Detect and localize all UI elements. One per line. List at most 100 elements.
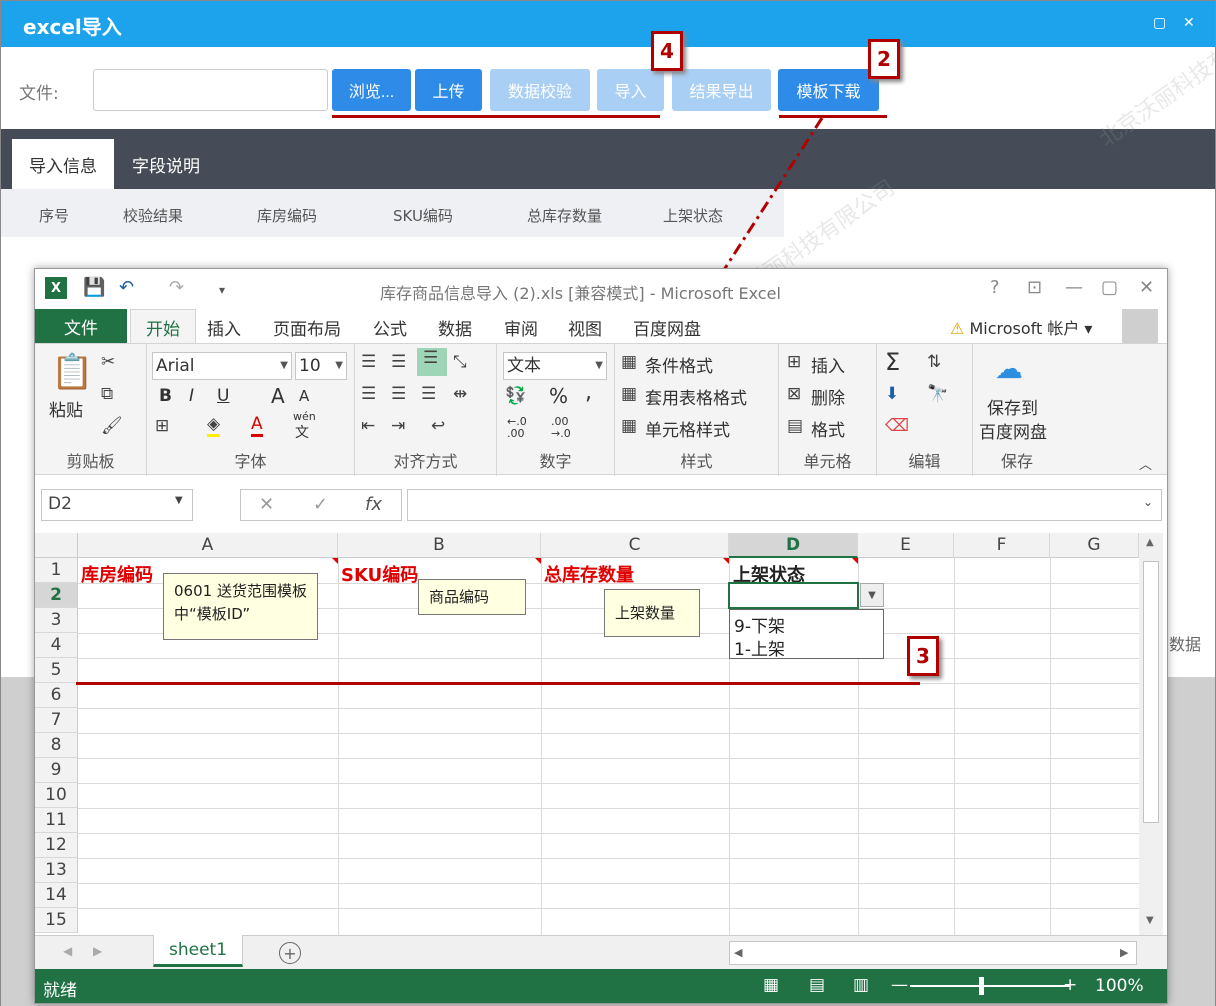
tab-insert[interactable]: 插入	[207, 315, 241, 340]
row-header[interactable]: 12	[35, 833, 78, 858]
align-center-icon[interactable]: ☰	[391, 384, 406, 404]
sheet-tab[interactable]: sheet1	[153, 935, 243, 967]
row-header[interactable]: 11	[35, 808, 78, 833]
undo-icon[interactable]: ↶	[119, 277, 134, 298]
underline-button[interactable]: U	[217, 386, 229, 406]
add-sheet-icon[interactable]: +	[279, 942, 301, 964]
customize-qat-icon[interactable]: ▾	[219, 283, 225, 297]
ribbon-display-icon[interactable]: ⊡	[1027, 277, 1042, 298]
validate-button[interactable]: 数据校验	[490, 69, 590, 111]
row-header[interactable]: 6	[35, 683, 78, 708]
row-header[interactable]: 2	[35, 583, 78, 608]
collapse-ribbon-icon[interactable]: ︿	[1139, 454, 1152, 473]
import-button[interactable]: 导入	[597, 69, 664, 111]
account-menu[interactable]: ⚠ Microsoft 帐户 ▾	[950, 315, 1092, 339]
row-header[interactable]: 1	[35, 558, 78, 583]
avatar[interactable]	[1122, 309, 1158, 343]
tab-data[interactable]: 数据	[438, 315, 472, 340]
number-format-select[interactable]: 文本 ▼	[503, 352, 607, 380]
dropdown-option[interactable]: 1-上架	[734, 635, 785, 660]
cell-c1[interactable]: 总库存数量	[544, 561, 634, 587]
namebox-dropdown-icon[interactable]: ▼	[175, 495, 183, 506]
currency-icon[interactable]: 💱	[505, 386, 526, 406]
export-result-button[interactable]: 结果导出	[672, 69, 771, 111]
font-name-select[interactable]: Arial ▼	[152, 352, 292, 380]
cut-icon[interactable]: ✂	[101, 352, 115, 372]
borders-icon[interactable]: ⊞	[155, 416, 169, 436]
column-header-g[interactable]: G	[1050, 533, 1139, 558]
tab-import-info[interactable]: 导入信息	[12, 139, 114, 189]
column-header-b[interactable]: B	[338, 533, 541, 558]
template-download-button[interactable]: 模板下载	[778, 69, 879, 111]
paste-icon[interactable]: 📋	[51, 352, 93, 392]
delete-cells-button[interactable]: 删除	[811, 384, 845, 409]
help-icon[interactable]: ?	[990, 277, 1000, 298]
upload-button[interactable]: 上传	[415, 69, 482, 111]
format-painter-icon[interactable]: 🖌	[101, 416, 123, 436]
confirm-icon[interactable]: ✓	[313, 494, 328, 515]
shrink-font-button[interactable]: A	[299, 387, 309, 405]
redo-icon[interactable]: ↷	[169, 277, 184, 298]
increase-indent-icon[interactable]: ⇥	[391, 416, 405, 436]
row-header[interactable]: 5	[35, 658, 78, 683]
save-icon[interactable]: 💾	[83, 277, 105, 298]
align-middle-icon[interactable]: ☰	[391, 352, 406, 372]
align-bottom-icon[interactable]: ☰	[417, 348, 447, 376]
column-header-e[interactable]: E	[858, 533, 954, 558]
browse-button[interactable]: 浏览...	[332, 69, 411, 111]
format-cells-button[interactable]: 格式	[811, 416, 845, 441]
cell-dropdown-button[interactable]: ▼	[860, 583, 884, 607]
dropdown-option[interactable]: 9-下架	[734, 612, 785, 637]
page-layout-view-icon[interactable]: ▤	[809, 975, 825, 995]
scroll-right-icon[interactable]: ▶	[1120, 946, 1128, 959]
row-header[interactable]: 9	[35, 758, 78, 783]
selected-cell-d2[interactable]	[728, 582, 859, 609]
copy-icon[interactable]: ⧉	[101, 384, 113, 404]
paste-button[interactable]: 粘贴	[49, 396, 83, 421]
percent-button[interactable]: %	[549, 384, 568, 408]
scroll-up-icon[interactable]: ▲	[1146, 537, 1154, 548]
vertical-scrollbar[interactable]: ▲ ▼	[1139, 533, 1163, 935]
close-icon[interactable]: ✕	[1139, 277, 1154, 298]
row-header[interactable]: 3	[35, 608, 78, 633]
find-icon[interactable]: 🔭	[927, 384, 948, 404]
zoom-slider-thumb[interactable]	[979, 977, 984, 995]
cancel-icon[interactable]: ✕	[259, 494, 274, 515]
zoom-out-icon[interactable]: —	[891, 975, 908, 995]
column-header-a[interactable]: A	[78, 533, 338, 558]
save-to-netdisk-line2[interactable]: 百度网盘	[979, 418, 1047, 443]
row-header[interactable]: 15	[35, 908, 78, 933]
clear-icon[interactable]: ⌫	[885, 416, 909, 436]
normal-view-icon[interactable]: ▦	[763, 975, 779, 995]
font-size-select[interactable]: 10 ▼	[295, 352, 347, 380]
fill-color-icon[interactable]: ◈	[207, 414, 221, 437]
maximize-icon[interactable]: ▢	[1101, 277, 1118, 298]
formula-input[interactable]	[407, 489, 1162, 521]
autosum-button[interactable]: Σ	[885, 348, 900, 376]
merge-icon[interactable]: ⇹	[453, 384, 467, 404]
tab-view[interactable]: 视图	[568, 315, 602, 340]
column-header-d[interactable]: D	[729, 533, 858, 558]
column-header-f[interactable]: F	[954, 533, 1050, 558]
decrease-indent-icon[interactable]: ⇤	[361, 416, 375, 436]
fill-icon[interactable]: ⬇	[885, 384, 899, 404]
italic-button[interactable]: I	[189, 386, 194, 406]
scroll-thumb[interactable]	[1143, 561, 1159, 823]
name-box[interactable]: D2	[41, 489, 193, 521]
zoom-level[interactable]: 100%	[1095, 976, 1144, 996]
orientation-icon[interactable]: ⤡	[453, 352, 467, 372]
align-right-icon[interactable]: ☰	[421, 384, 436, 404]
tab-review[interactable]: 审阅	[504, 315, 538, 340]
scroll-left-icon[interactable]: ◀	[734, 946, 742, 959]
row-header[interactable]: 8	[35, 733, 78, 758]
increase-decimal-button[interactable]: ←.0 .00	[507, 416, 543, 440]
bold-button[interactable]: B	[159, 386, 172, 406]
file-path-input[interactable]	[93, 69, 328, 111]
font-color-icon[interactable]: A	[251, 414, 263, 437]
insert-function-icon[interactable]: fx	[365, 494, 382, 515]
zoom-slider[interactable]	[910, 985, 1070, 987]
table-format-button[interactable]: 套用表格格式	[645, 384, 747, 409]
tab-formulas[interactable]: 公式	[373, 315, 407, 340]
next-sheet-icon[interactable]: ▶	[93, 944, 102, 958]
tab-home[interactable]: 开始	[130, 309, 196, 345]
